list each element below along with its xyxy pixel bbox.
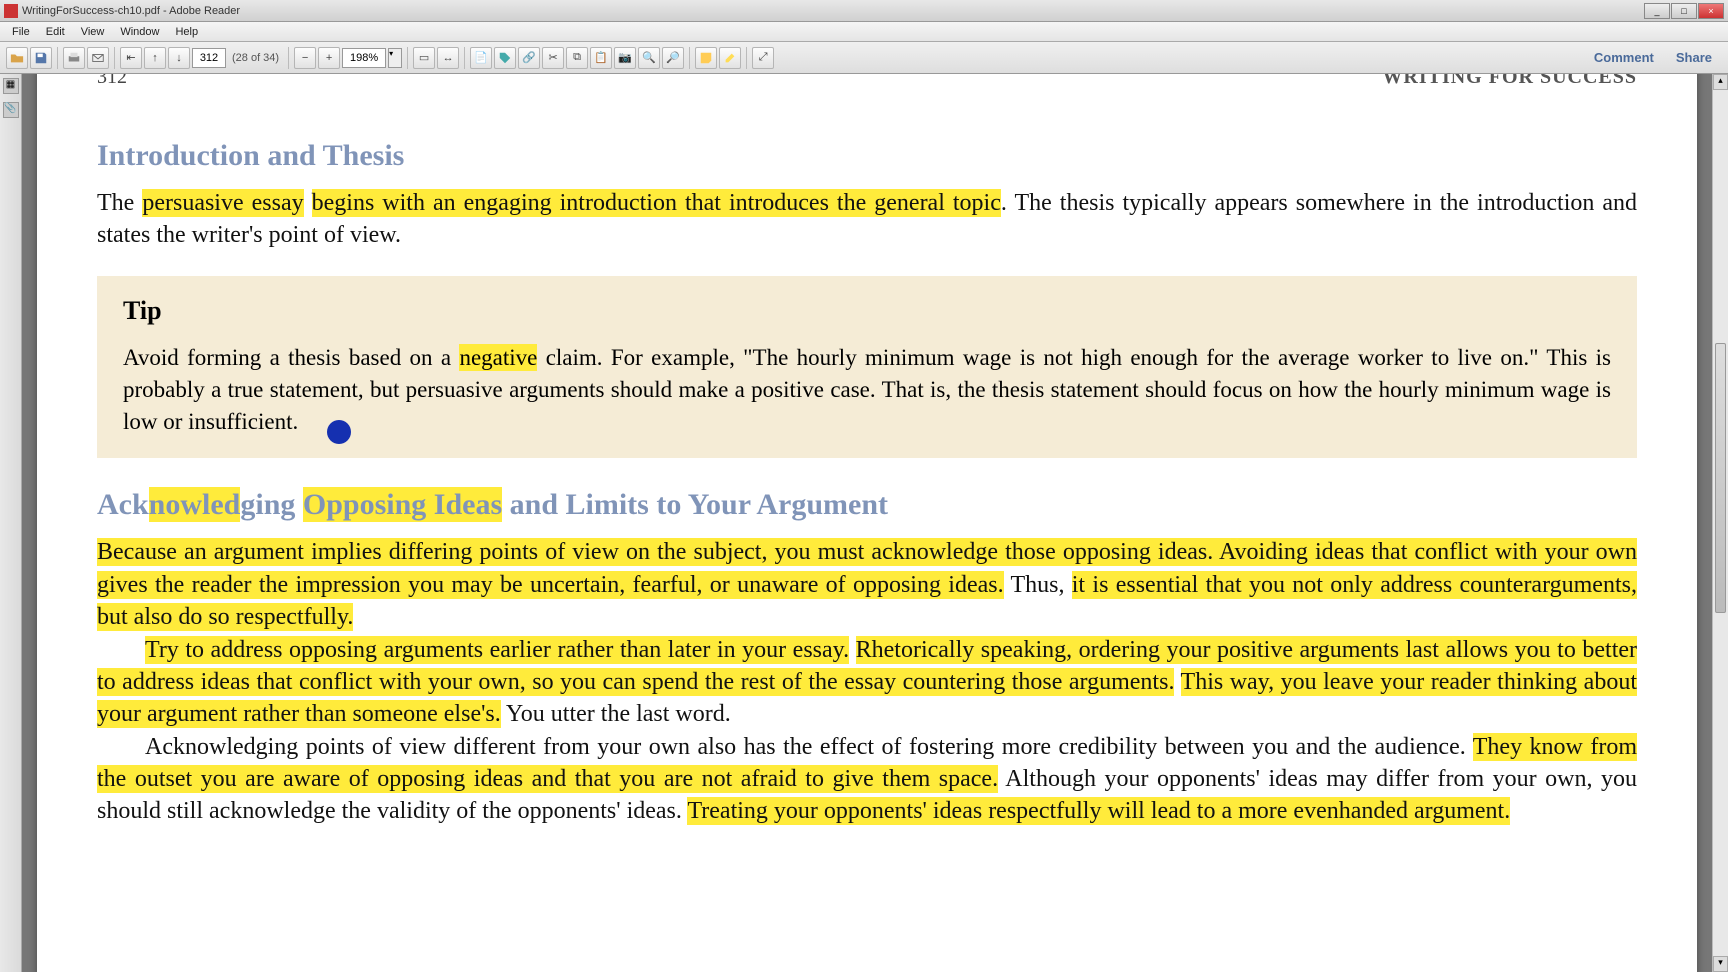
highlight: persuasive essay	[142, 189, 303, 217]
zoom-level-input[interactable]	[342, 48, 386, 68]
save-button[interactable]	[30, 47, 52, 69]
separator	[57, 47, 58, 69]
highlight: Treating your opponents' ideas respectfu…	[687, 797, 1510, 825]
search-button[interactable]: 🔍	[638, 47, 660, 69]
fit-page-button[interactable]: ▭	[413, 47, 435, 69]
thumbnails-panel-button[interactable]: ▦	[3, 78, 19, 94]
paragraph-opposing-2: Try to address opposing arguments earlie…	[97, 634, 1637, 731]
attachments-panel-button[interactable]: 📎	[3, 102, 19, 118]
close-button[interactable]: ×	[1698, 3, 1724, 19]
zoom-in-button[interactable]: +	[318, 47, 340, 69]
read-mode-button[interactable]: ⤢	[752, 47, 774, 69]
window-title: WritingForSuccess-ch10.pdf - Adobe Reade…	[22, 5, 1644, 17]
navigation-pane: ▦ 📎	[0, 74, 22, 972]
print-button[interactable]	[63, 47, 85, 69]
sticky-note-button[interactable]	[695, 47, 717, 69]
comment-link[interactable]: Comment	[1584, 50, 1664, 65]
menu-help[interactable]: Help	[167, 24, 206, 40]
heading-opposing-ideas: Acknowledging Opposing Ideas and Limits …	[97, 488, 1637, 522]
menu-file[interactable]: File	[4, 24, 38, 40]
tip-heading: Tip	[123, 296, 1611, 326]
email-button[interactable]	[87, 47, 109, 69]
separator	[407, 47, 408, 69]
separator	[288, 47, 289, 69]
scroll-down-button[interactable]: ▾	[1713, 956, 1728, 972]
separator	[464, 47, 465, 69]
new-doc-button[interactable]: 📄	[470, 47, 492, 69]
next-page-button[interactable]: ↓	[168, 47, 190, 69]
fit-width-button[interactable]: ↔	[437, 47, 459, 69]
find-button[interactable]: 🔎	[662, 47, 684, 69]
vertical-scrollbar[interactable]: ▴ ▾	[1712, 74, 1728, 972]
link-button[interactable]: 🔗	[518, 47, 540, 69]
zoom-out-button[interactable]: −	[294, 47, 316, 69]
title-bar: WritingForSuccess-ch10.pdf - Adobe Reade…	[0, 0, 1728, 22]
page-number: 312	[97, 74, 127, 89]
separator	[689, 47, 690, 69]
separator	[746, 47, 747, 69]
menu-window[interactable]: Window	[112, 24, 167, 40]
menu-bar: File Edit View Window Help	[0, 22, 1728, 42]
zoom-dropdown-button[interactable]: ▾	[388, 48, 402, 68]
menu-edit[interactable]: Edit	[38, 24, 73, 40]
highlight: negative	[459, 344, 537, 371]
open-button[interactable]	[6, 47, 28, 69]
page-total-label: (28 of 34)	[228, 52, 283, 64]
pdf-page: 312 WRITING FOR SUCCESS Introduction and…	[37, 74, 1697, 972]
maximize-button[interactable]: □	[1671, 3, 1697, 19]
snapshot-button[interactable]: 📷	[614, 47, 636, 69]
separator	[114, 47, 115, 69]
heading-intro-thesis: Introduction and Thesis	[97, 139, 1637, 173]
scroll-up-button[interactable]: ▴	[1713, 74, 1728, 90]
document-viewport[interactable]: 312 WRITING FOR SUCCESS Introduction and…	[22, 74, 1712, 972]
paragraph-opposing-1: Because an argument implies differing po…	[97, 536, 1637, 828]
tip-box: Tip Avoid forming a thesis based on a ne…	[97, 276, 1637, 459]
highlight: Try to address opposing arguments earlie…	[145, 636, 849, 664]
cursor-indicator	[327, 420, 351, 444]
paste-button[interactable]: 📋	[590, 47, 612, 69]
prev-page-button[interactable]: ↑	[144, 47, 166, 69]
copy-button[interactable]: ⧉	[566, 47, 588, 69]
share-link[interactable]: Share	[1666, 50, 1722, 65]
tag-button[interactable]	[494, 47, 516, 69]
menu-view[interactable]: View	[73, 24, 113, 40]
toolbar: ⇤ ↑ ↓ (28 of 34) − + ▾ ▭ ↔ 📄 🔗 ✂ ⧉ 📋 📷 🔍…	[0, 42, 1728, 74]
page-number-input[interactable]	[192, 48, 226, 68]
highlight: begins with an engaging introduction tha…	[312, 189, 1001, 217]
pdf-icon	[4, 4, 18, 18]
minimize-button[interactable]: _	[1644, 3, 1670, 19]
scroll-thumb[interactable]	[1715, 343, 1726, 612]
paragraph-intro: The persuasive essay begins with an enga…	[97, 187, 1637, 252]
running-head: WRITING FOR SUCCESS	[1382, 74, 1637, 89]
paragraph-opposing-3: Acknowledging points of view different f…	[97, 731, 1637, 828]
highlight-button[interactable]	[719, 47, 741, 69]
cut-button[interactable]: ✂	[542, 47, 564, 69]
first-page-button[interactable]: ⇤	[120, 47, 142, 69]
